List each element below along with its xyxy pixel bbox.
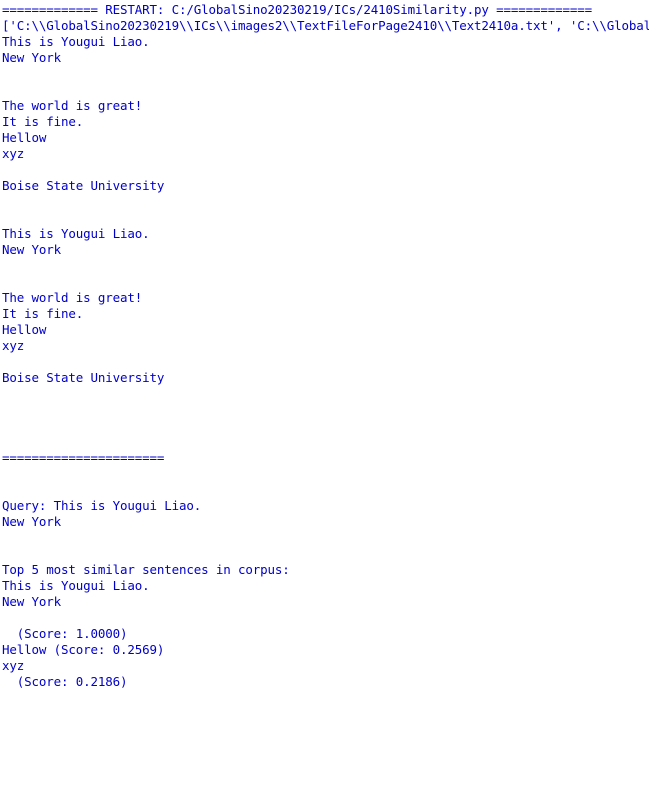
idle-shell-output-pane[interactable]: ============= RESTART: C:/GlobalSino2023… (0, 0, 649, 795)
console-output-text[interactable]: ============= RESTART: C:/GlobalSino2023… (0, 0, 649, 690)
